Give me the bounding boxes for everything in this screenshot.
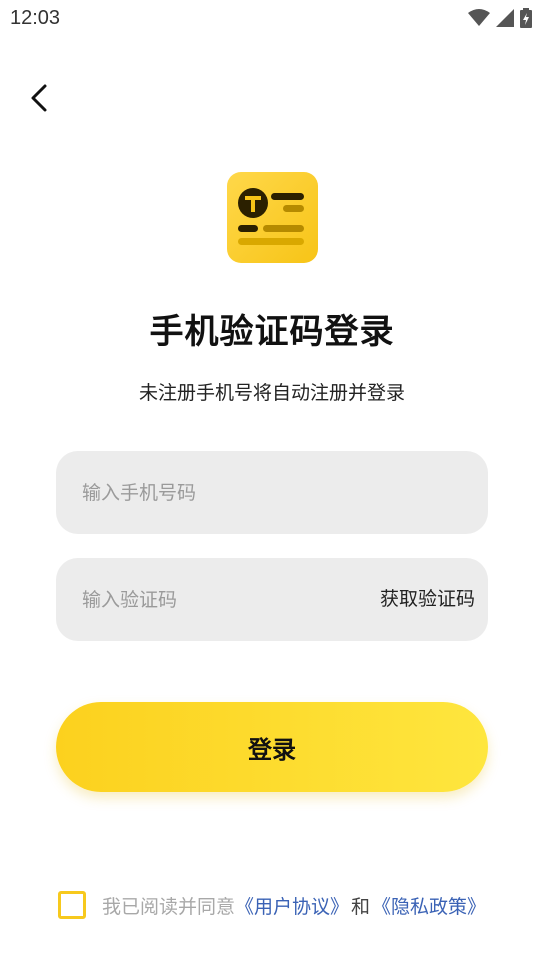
agreement-prefix: 我已阅读并同意 [102,895,236,918]
status-time: 12:03 [10,7,61,29]
get-code-button[interactable]: 获取验证码 [380,558,475,641]
chevron-left-icon [29,83,49,117]
battery-charging-icon [520,8,532,32]
code-field: 获取验证码 [56,558,488,641]
app-logo [227,172,318,263]
privacy-policy-link[interactable]: 《隐私政策》 [372,892,486,919]
status-bar: 12:03 [0,0,544,38]
login-button[interactable]: 登录 [56,702,488,792]
agreement-row: 我已阅读并同意 《用户协议》 和 《隐私政策》 [58,890,486,920]
user-agreement-link[interactable]: 《用户协议》 [235,892,349,919]
code-input[interactable] [82,558,342,641]
page-subtitle: 未注册手机号将自动注册并登录 [138,382,405,404]
phone-field [56,451,488,534]
agreement-and: 和 [351,895,371,918]
back-button[interactable] [22,82,56,118]
phone-input[interactable] [82,451,462,534]
agree-checkbox[interactable] [58,891,86,919]
signal-icon [496,9,514,31]
page-title: 手机验证码登录 [149,312,395,352]
wifi-icon [468,9,490,31]
status-icons [468,8,532,32]
